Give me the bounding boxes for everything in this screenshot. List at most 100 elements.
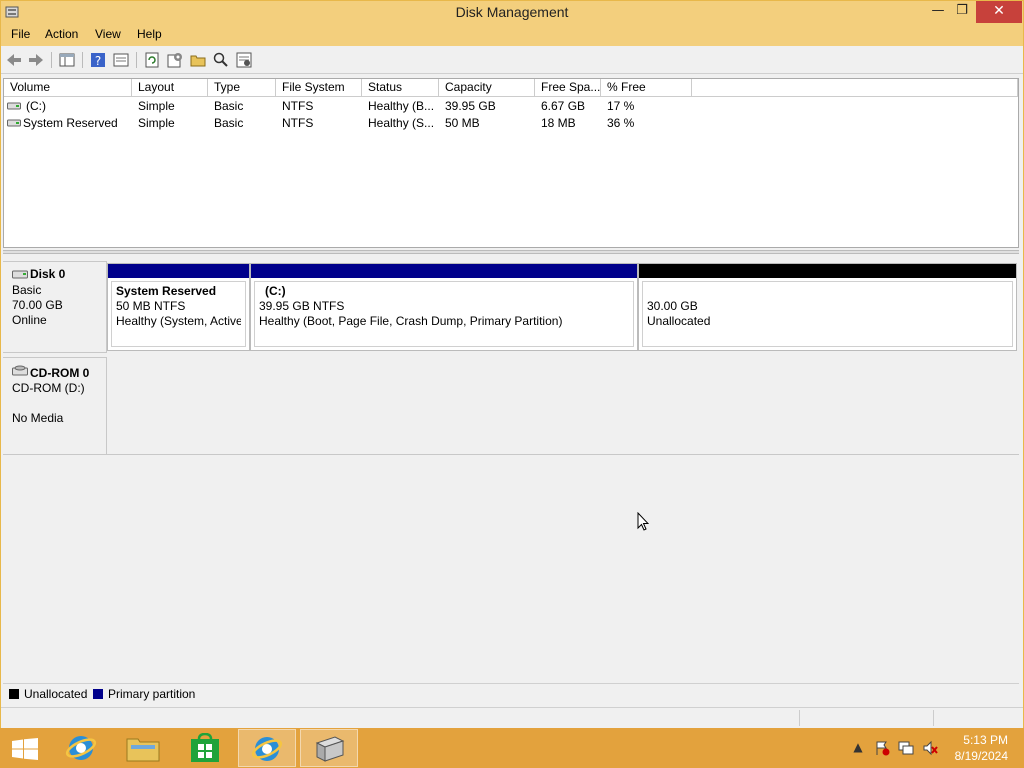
clock-time: 5:13 PM xyxy=(963,733,1008,747)
column-capacity[interactable]: Capacity xyxy=(439,79,535,97)
menu-action[interactable]: Action xyxy=(45,27,78,41)
restore-button[interactable]: ❐ xyxy=(945,1,979,23)
title-bar[interactable]: Disk Management — ❐ ✕ xyxy=(1,1,1023,24)
toolbar-separator xyxy=(82,52,83,68)
disk-0-type: Basic xyxy=(12,283,42,297)
partition-title: (C:) xyxy=(265,284,286,298)
partition-size: 39.95 GB NTFS xyxy=(259,299,345,313)
partition-status: Unallocated xyxy=(647,314,711,328)
menu-help[interactable]: Help xyxy=(137,27,162,41)
refresh-icon[interactable] xyxy=(143,51,161,69)
column-layout[interactable]: Layout xyxy=(132,79,208,97)
server-manager-icon[interactable] xyxy=(300,729,358,767)
cdrom-0-drive: CD-ROM (D:) xyxy=(12,381,85,395)
action-center-icon[interactable] xyxy=(874,740,890,756)
partition-c-drive[interactable]: (C:) 39.95 GB NTFS Healthy (Boot, Page F… xyxy=(250,263,638,351)
cell-layout: Simple xyxy=(138,116,175,130)
cdrom-icon xyxy=(12,365,28,376)
unallocated-bar xyxy=(639,264,1016,278)
cell-layout: Simple xyxy=(138,99,175,113)
cell-type: Basic xyxy=(214,99,244,113)
toolbar-separator xyxy=(51,52,52,68)
close-button[interactable]: ✕ xyxy=(976,1,1022,23)
partition-details: System Reserved 50 MB NTFS Healthy (Syst… xyxy=(111,281,246,347)
cdrom-0-label[interactable]: CD-ROM 0 CD-ROM (D:) No Media xyxy=(3,357,107,455)
internet-explorer-icon xyxy=(65,736,97,760)
clock[interactable]: 5:13 PM 8/19/2024 xyxy=(928,732,1008,764)
disk-0-name: Disk 0 xyxy=(30,267,66,281)
disk-0-state: Online xyxy=(12,313,47,327)
legend: Unallocated Primary partition xyxy=(3,683,1019,705)
column-volume[interactable]: Volume xyxy=(4,79,132,97)
cell-free-space: 6.67 GB xyxy=(541,99,586,113)
ie-active-icon[interactable] xyxy=(238,729,296,767)
cell-volume: System Reserved xyxy=(23,116,118,130)
volume-drive-icon xyxy=(7,102,21,110)
cell-status: Healthy (B... xyxy=(368,99,435,113)
cell-capacity: 50 MB xyxy=(445,116,480,130)
menu-view[interactable]: View xyxy=(95,27,121,41)
partition-status: Healthy (Boot, Page File, Crash Dump, Pr… xyxy=(259,314,563,328)
clock-date: 8/19/2024 xyxy=(954,749,1008,763)
table-row-c-drive[interactable]: (C:) Simple Basic NTFS Healthy (B... 39.… xyxy=(4,98,1018,115)
rescan-disks-icon[interactable] xyxy=(235,51,253,69)
cell-percent-free: 36 % xyxy=(607,116,635,130)
cdrom-0-area[interactable] xyxy=(107,357,1019,455)
open-folder-icon[interactable] xyxy=(189,51,207,69)
svg-text:?: ? xyxy=(95,54,101,68)
cell-file-system: NTFS xyxy=(282,116,314,130)
window-title: Disk Management xyxy=(455,4,569,20)
toolbar-separator xyxy=(136,52,137,68)
settings-icon[interactable] xyxy=(166,51,184,69)
volume-list: Volume Layout Type File System Status Ca… xyxy=(3,78,1019,248)
column-blank xyxy=(692,79,1018,97)
forward-icon[interactable] xyxy=(27,51,45,69)
show-hidden-icons[interactable]: ▲ xyxy=(850,740,866,756)
disk-management-window: Disk Management — ❐ ✕ File Action View H… xyxy=(0,0,1024,728)
partition-details: (C:) 39.95 GB NTFS Healthy (Boot, Page F… xyxy=(254,281,634,347)
table-row-system-reserved[interactable]: System Reserved Simple Basic NTFS Health… xyxy=(4,115,1018,132)
unallocated-swatch xyxy=(9,689,19,699)
column-file-system[interactable]: File System xyxy=(276,79,362,97)
computer-management-icon xyxy=(315,736,345,762)
menu-file[interactable]: File xyxy=(11,27,30,41)
disk-0-size: 70.00 GB xyxy=(12,298,63,312)
partition-unallocated[interactable]: 30.00 GB Unallocated xyxy=(638,263,1017,351)
primary-partition-bar xyxy=(108,264,249,278)
partition-size: 30.00 GB xyxy=(647,299,698,313)
partition-system-reserved[interactable]: System Reserved 50 MB NTFS Healthy (Syst… xyxy=(107,263,250,351)
column-free-space[interactable]: Free Spa... xyxy=(535,79,601,97)
taskbar: ▲ 5:13 PM 8/19/2024 xyxy=(0,728,1024,768)
internet-explorer-icon xyxy=(251,737,283,761)
help-icon[interactable]: ? xyxy=(89,51,107,69)
status-divider xyxy=(799,710,800,726)
ie-icon[interactable] xyxy=(52,729,110,767)
cdrom-0-name: CD-ROM 0 xyxy=(30,366,90,380)
properties-icon[interactable] xyxy=(112,51,130,69)
column-status[interactable]: Status xyxy=(362,79,439,97)
pane-splitter[interactable] xyxy=(3,250,1019,254)
disk-0-label[interactable]: Disk 0 Basic 70.00 GB Online xyxy=(3,261,107,353)
cell-file-system: NTFS xyxy=(282,99,314,113)
column-percent-free[interactable]: % Free xyxy=(601,79,692,97)
column-type[interactable]: Type xyxy=(208,79,276,97)
status-bar xyxy=(1,707,1023,728)
legend-unallocated: Unallocated xyxy=(24,687,88,701)
start-button[interactable] xyxy=(0,729,50,767)
disk-graphical-view: Disk 0 Basic 70.00 GB Online System Rese… xyxy=(3,256,1019,681)
network-icon[interactable] xyxy=(898,740,914,756)
cell-status: Healthy (S... xyxy=(368,116,435,130)
partition-title xyxy=(647,284,1008,299)
legend-primary-partition: Primary partition xyxy=(108,687,196,701)
partition-size: 50 MB NTFS xyxy=(116,299,186,313)
volume-drive-icon xyxy=(7,119,21,127)
partition-status: Healthy (System, Active, xyxy=(116,314,241,328)
partition-details: 30.00 GB Unallocated xyxy=(642,281,1013,347)
store-icon[interactable] xyxy=(176,729,234,767)
file-explorer-icon[interactable] xyxy=(114,729,172,767)
cell-type: Basic xyxy=(214,116,244,130)
show-hide-console-tree-icon[interactable] xyxy=(58,51,76,69)
primary-partition-bar xyxy=(251,264,637,278)
back-icon[interactable] xyxy=(5,51,23,69)
search-icon[interactable] xyxy=(212,51,230,69)
